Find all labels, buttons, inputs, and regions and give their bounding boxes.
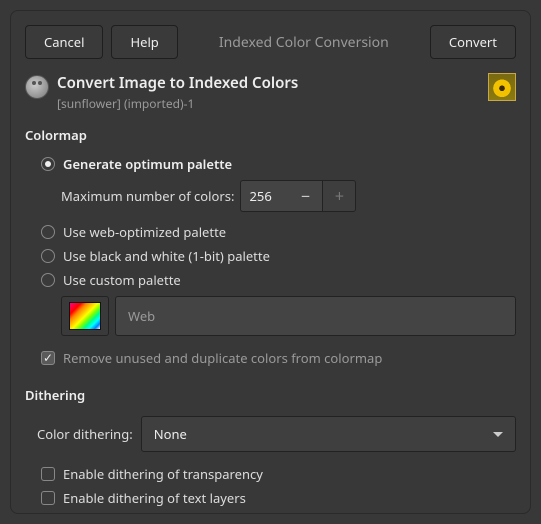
checkbox-dither-text-layers[interactable] — [41, 491, 55, 505]
header-title: Convert Image to Indexed Colors — [57, 73, 480, 93]
label-web-palette: Use web-optimized palette — [63, 223, 226, 241]
max-colors-decrement[interactable]: − — [288, 180, 322, 212]
color-dithering-value: None — [154, 425, 187, 443]
palette-swatch-icon — [69, 302, 101, 330]
palette-name-field[interactable]: Web — [115, 296, 516, 336]
max-colors-input[interactable] — [240, 180, 288, 212]
max-colors-field: − + — [240, 180, 356, 212]
convert-button[interactable]: Convert — [430, 25, 516, 59]
palette-picker-button[interactable] — [61, 296, 109, 336]
label-dither-text-layers: Enable dithering of text layers — [63, 489, 246, 507]
colormap-section-title: Colormap — [25, 126, 516, 144]
max-colors-increment[interactable]: + — [322, 180, 356, 212]
indexed-color-dialog: Cancel Help Indexed Color Conversion Con… — [10, 10, 531, 514]
chevron-down-icon — [493, 432, 503, 437]
label-custom-palette: Use custom palette — [63, 271, 181, 289]
dialog-top-bar: Cancel Help Indexed Color Conversion Con… — [25, 25, 516, 59]
dialog-title: Indexed Color Conversion — [186, 33, 422, 52]
radio-custom-palette[interactable] — [41, 273, 55, 287]
label-bw-palette: Use black and white (1-bit) palette — [63, 247, 270, 265]
dialog-header: Convert Image to Indexed Colors [sunflow… — [25, 73, 516, 112]
checkbox-remove-duplicates[interactable] — [41, 351, 55, 365]
label-generate-palette: Generate optimum palette — [63, 155, 232, 173]
radio-generate-palette[interactable] — [41, 157, 55, 171]
label-max-colors: Maximum number of colors: — [61, 187, 234, 205]
app-icon — [25, 75, 49, 99]
checkbox-dither-transparency[interactable] — [41, 467, 55, 481]
dithering-section-title: Dithering — [25, 386, 516, 404]
radio-bw-palette[interactable] — [41, 249, 55, 263]
label-color-dithering: Color dithering: — [37, 425, 133, 443]
header-subtitle: [sunflower] (imported)-1 — [57, 95, 480, 112]
cancel-button[interactable]: Cancel — [25, 25, 103, 59]
image-thumbnail — [488, 73, 516, 101]
label-remove-duplicates: Remove unused and duplicate colors from … — [63, 349, 382, 367]
color-dithering-select[interactable]: None — [141, 416, 516, 452]
label-dither-transparency: Enable dithering of transparency — [63, 465, 263, 483]
radio-web-palette[interactable] — [41, 225, 55, 239]
palette-name-text: Web — [128, 307, 155, 325]
help-button[interactable]: Help — [111, 25, 177, 59]
